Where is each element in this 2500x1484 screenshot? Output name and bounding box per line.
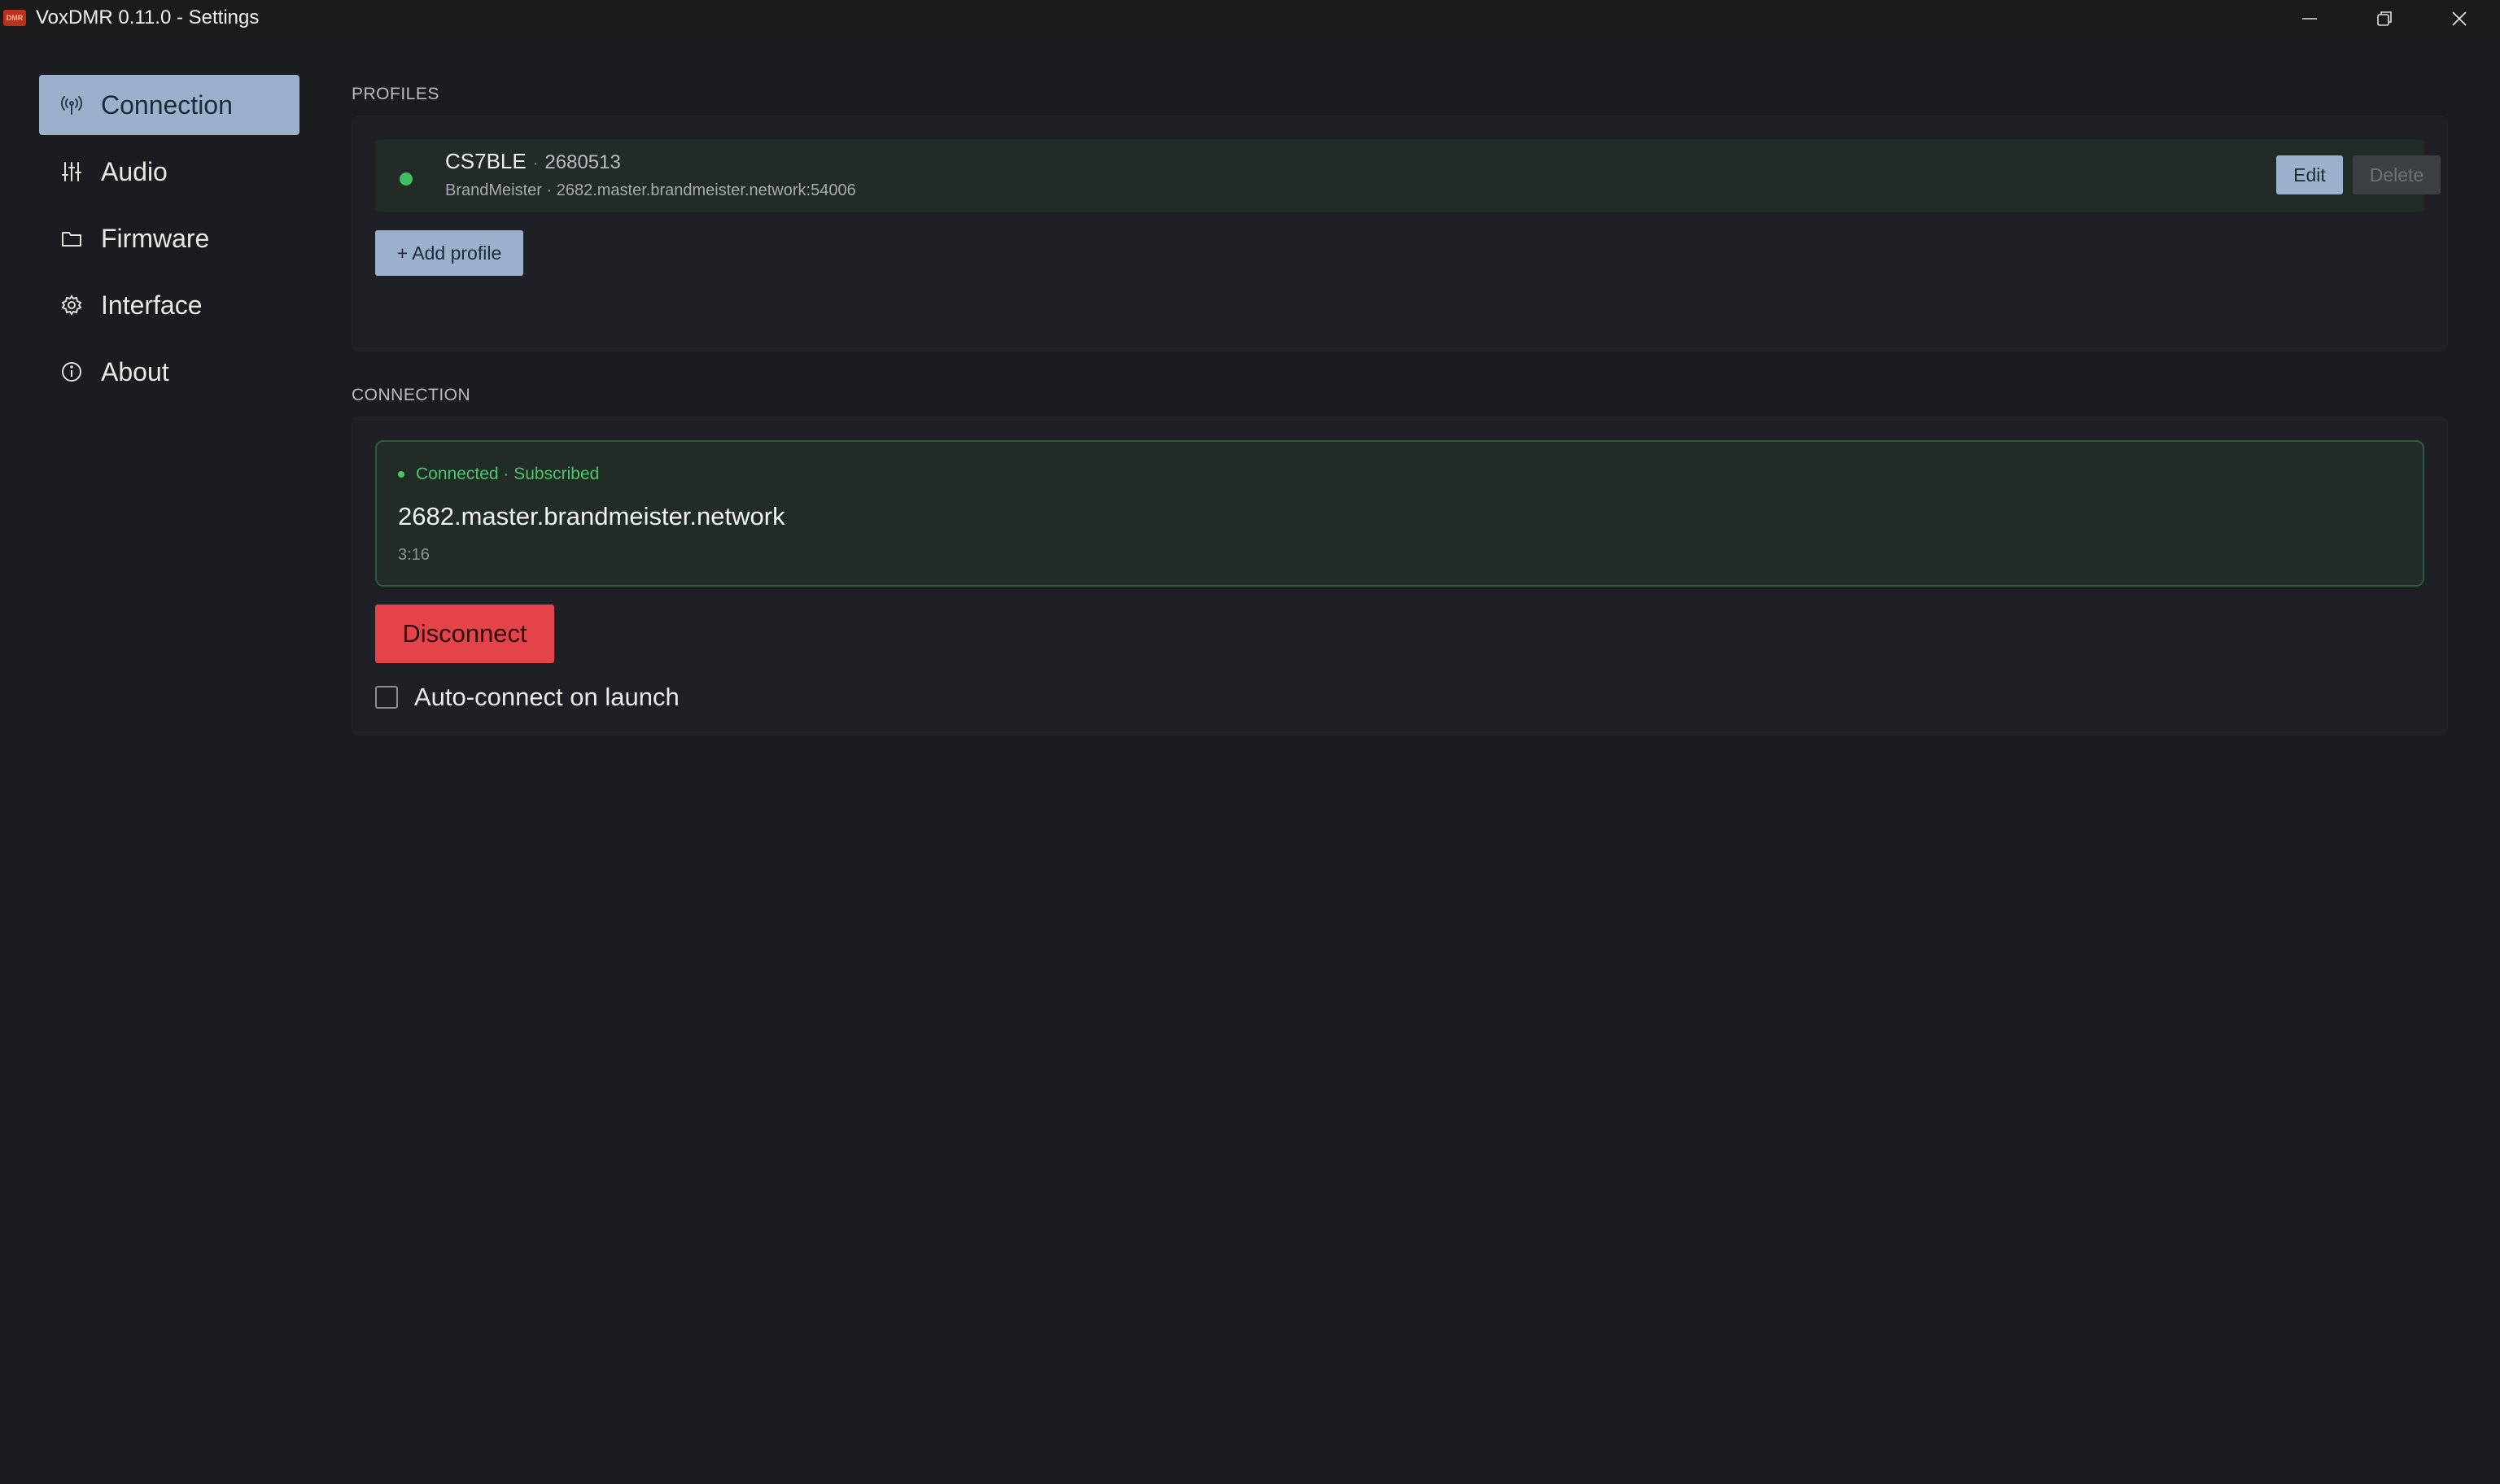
status-text: Connected · Subscribed — [416, 465, 600, 483]
sidebar-item-label: Interface — [101, 290, 203, 320]
profile-row[interactable]: CS7BLE · 2680513 BrandMeister · 2682.maste… — [375, 139, 2441, 212]
folder-icon — [59, 225, 85, 251]
profile-separator: · — [532, 155, 539, 172]
active-status-dot — [400, 172, 413, 186]
sidebar-item-interface[interactable]: Interface — [39, 275, 299, 335]
minimize-button[interactable] — [2272, 0, 2347, 37]
autoconnect-label: Auto-connect on launch — [414, 683, 680, 711]
app-logo: DMR — [3, 10, 26, 26]
connection-elapsed: 3:16 — [398, 546, 430, 564]
title-bar: DMR VoxDMR 0.11.0 - Settings — [0, 0, 2500, 37]
autoconnect-option[interactable]: Auto-connect on launch — [375, 683, 680, 712]
connection-status: Connected · Subscribed — [398, 465, 599, 484]
connection-panel: Connected · Subscribed 2682.master.brand… — [352, 417, 2448, 735]
sidebar-item-connection[interactable]: Connection — [39, 75, 299, 135]
status-dot — [398, 471, 404, 478]
window-title: VoxDMR 0.11.0 - Settings — [36, 7, 260, 28]
profile-name: CS7BLE — [445, 149, 527, 173]
sidebar-item-label: Audio — [101, 156, 168, 186]
restore-icon — [2377, 11, 2392, 26]
delete-profile-button[interactable]: Delete — [2353, 155, 2441, 194]
connection-host: 2682.master.brandmeister.network — [398, 502, 785, 530]
sliders-icon — [59, 159, 85, 185]
sidebar-item-audio[interactable]: Audio — [39, 142, 299, 202]
connection-status-card: Connected · Subscribed 2682.master.brand… — [375, 440, 2424, 587]
sidebar-item-about[interactable]: About — [39, 342, 299, 402]
sidebar: Connection Audio Firmware Interface Abou… — [39, 75, 299, 408]
gear-icon — [59, 292, 85, 318]
autoconnect-checkbox[interactable] — [375, 686, 398, 709]
minimize-icon — [2302, 18, 2317, 20]
restore-button[interactable] — [2347, 0, 2422, 37]
close-button[interactable] — [2422, 0, 2497, 37]
connection-section-label: CONNECTION — [352, 386, 471, 404]
close-icon — [2452, 11, 2467, 26]
profiles-section-label: PROFILES — [352, 85, 439, 103]
antenna-icon — [59, 92, 85, 118]
sidebar-item-label: Firmware — [101, 223, 210, 253]
profile-title: CS7BLE · 2680513 — [445, 149, 621, 174]
profile-detail: BrandMeister · 2682.master.brandmeister.… — [445, 181, 856, 199]
info-icon — [59, 359, 85, 385]
sidebar-item-firmware[interactable]: Firmware — [39, 208, 299, 268]
profiles-panel: CS7BLE · 2680513 BrandMeister · 2682.maste… — [352, 116, 2448, 351]
edit-profile-button[interactable]: Edit — [2276, 155, 2343, 194]
disconnect-button[interactable]: Disconnect — [375, 605, 554, 663]
profile-dmr-id: 2680513 — [544, 151, 621, 173]
sidebar-item-label: Connection — [101, 89, 233, 120]
sidebar-item-label: About — [101, 356, 169, 386]
add-profile-button[interactable]: + Add profile — [375, 230, 523, 276]
